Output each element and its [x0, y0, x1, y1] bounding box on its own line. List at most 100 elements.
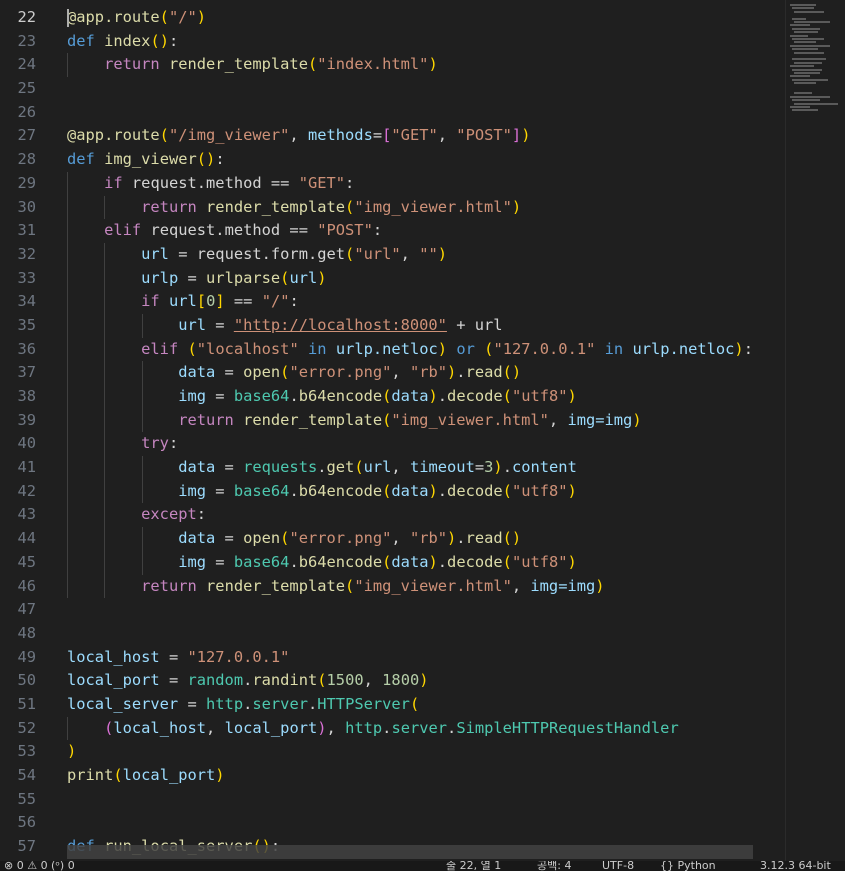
decorator: @app.route — [67, 126, 160, 145]
line-number: 32 — [17, 244, 36, 263]
code-line-50[interactable]: local_port = random.randint(1500, 1800) — [67, 669, 783, 693]
code-line-46[interactable]: return render_template("img_viewer.html"… — [67, 574, 783, 599]
code-line-51[interactable]: local_server = http.server.HTTPServer( — [67, 693, 783, 717]
module: requests — [243, 458, 318, 477]
code-line-52[interactable]: (local_host, local_port), http.server.Si… — [67, 716, 783, 741]
line-number: 37 — [17, 363, 36, 382]
url-link[interactable]: "http://localhost:8000" — [234, 316, 447, 334]
module: server — [391, 718, 448, 737]
code-line-29[interactable]: if request.method == "GET": — [67, 171, 783, 196]
line-number: 49 — [17, 647, 36, 666]
code-area[interactable]: @app.route("/") def index(): return rend… — [67, 6, 783, 859]
code-line-31[interactable]: elif request.method == "POST": — [67, 219, 783, 243]
string-literal: "GET" — [298, 173, 346, 192]
variable: urlp.netloc — [632, 339, 735, 358]
line-number: 56 — [17, 813, 36, 832]
code-editor[interactable]: 22 23 24 25 26 27 28 29 30 31 32 33 34 35 36 37 38 39 40 41… — [0, 0, 845, 861]
python-interpreter[interactable]: 3.12.3 64-bit — [760, 861, 831, 871]
line-number: 54 — [17, 766, 36, 784]
number-literal: 0 — [206, 292, 216, 311]
argument: data — [391, 481, 429, 500]
class-name: HTTPServer — [317, 694, 410, 713]
function-call: print — [67, 766, 114, 784]
string-literal: "/" — [168, 8, 197, 26]
string-literal: "127.0.0.1" — [187, 647, 290, 666]
code-line-49[interactable]: local_host = "127.0.0.1" — [67, 646, 783, 670]
line-number: 42 — [17, 481, 36, 500]
code-line-43[interactable]: except: — [67, 503, 783, 528]
module: http — [345, 718, 383, 737]
minimap-line — [794, 92, 812, 95]
variable: data — [178, 458, 216, 477]
code-line-28[interactable]: def img_viewer(): — [67, 148, 783, 172]
string-literal: "utf8" — [511, 481, 568, 500]
parameter: methods — [307, 126, 373, 145]
function-call: b64encode — [298, 481, 383, 500]
string-literal: "utf8" — [511, 552, 568, 571]
code-line-34[interactable]: if url[0] == "/": — [67, 290, 783, 314]
language-mode[interactable]: {} Python — [660, 861, 716, 871]
minimap-line — [790, 106, 810, 108]
variable: local_host — [67, 647, 160, 666]
method-call: read — [465, 363, 503, 382]
variable: data — [178, 529, 216, 548]
code-line-26[interactable] — [67, 101, 783, 125]
indentation-setting[interactable]: 공백: 4 — [537, 861, 571, 871]
code-line-56[interactable] — [67, 811, 783, 835]
code-line-38[interactable]: img = base64.b64encode(data).decode("utf… — [67, 385, 783, 409]
code-line-25[interactable] — [67, 77, 783, 101]
code-line-40[interactable]: try: — [67, 432, 783, 457]
code-line-23[interactable]: def index(): — [67, 30, 783, 54]
code-line-27[interactable]: @app.route("/img_viewer", methods=["GET"… — [67, 124, 783, 148]
keyword: return — [141, 197, 197, 216]
code-line-39[interactable]: return render_template("img_viewer.html"… — [67, 408, 783, 433]
cursor-position[interactable]: 줄 22, 열 1 — [446, 861, 501, 871]
code-line-30[interactable]: return render_template("img_viewer.html"… — [67, 195, 783, 220]
minimap-line — [794, 51, 824, 54]
minimap[interactable] — [785, 0, 845, 861]
module: http — [206, 694, 244, 713]
code-line-36[interactable]: elif ("localhost" in urlp.netloc) or ("1… — [67, 337, 783, 362]
minimap-line — [790, 4, 816, 6]
horizontal-scrollbar[interactable] — [67, 845, 753, 859]
code-line-48[interactable] — [67, 622, 783, 646]
code-line-54[interactable]: print(local_port) — [67, 764, 783, 788]
code-line-41[interactable]: data = requests.get(url, timeout=3).cont… — [67, 456, 783, 480]
keyword: return — [141, 576, 197, 595]
keyword: if — [104, 173, 123, 192]
code-line-33[interactable]: urlp = urlparse(url) — [67, 266, 783, 291]
code-line-42[interactable]: img = base64.b64encode(data).decode("utf… — [67, 479, 783, 504]
code-line-32[interactable]: url = request.form.get("url", "") — [67, 242, 783, 267]
argument: data — [391, 552, 429, 571]
code-line-35[interactable]: url = "http://localhost:8000" + url — [67, 313, 783, 338]
code-line-53[interactable]: ) — [67, 740, 783, 764]
string-literal: "POST" — [317, 221, 373, 240]
line-number: 38 — [17, 387, 36, 405]
expression: request.method == — [150, 221, 318, 240]
variable: img — [178, 481, 207, 500]
function-call: b64encode — [298, 387, 383, 405]
line-number: 26 — [17, 102, 36, 121]
encoding-setting[interactable]: UTF-8 — [602, 861, 634, 871]
module: random — [187, 671, 244, 690]
line-number: 31 — [17, 221, 36, 240]
minimap-line — [792, 38, 824, 40]
code-line-47[interactable] — [67, 598, 783, 622]
keyword-argument: img=img — [567, 410, 633, 429]
line-number: 55 — [17, 789, 36, 808]
expression: request.method == — [131, 173, 299, 192]
line-number: 43 — [17, 505, 36, 524]
line-number: 44 — [17, 529, 36, 548]
code-line-22[interactable]: @app.route("/") — [67, 6, 783, 30]
number-literal: 1500 — [326, 671, 364, 690]
code-line-24[interactable]: return render_template("index.html") — [67, 53, 783, 78]
problems-indicator[interactable]: ⊗ 0 ⚠ 0 (ᵒ) 0 — [4, 861, 75, 871]
code-line-37[interactable]: data = open("error.png", "rb").read() — [67, 361, 783, 385]
code-line-55[interactable] — [67, 788, 783, 812]
code-line-45[interactable]: img = base64.b64encode(data).decode("utf… — [67, 550, 783, 575]
keyword: elif — [141, 339, 179, 358]
code-line-44[interactable]: data = open("error.png", "rb").read() — [67, 527, 783, 551]
method-call: decode — [447, 387, 503, 405]
variable: data — [178, 363, 216, 382]
minimap-line — [794, 61, 822, 64]
